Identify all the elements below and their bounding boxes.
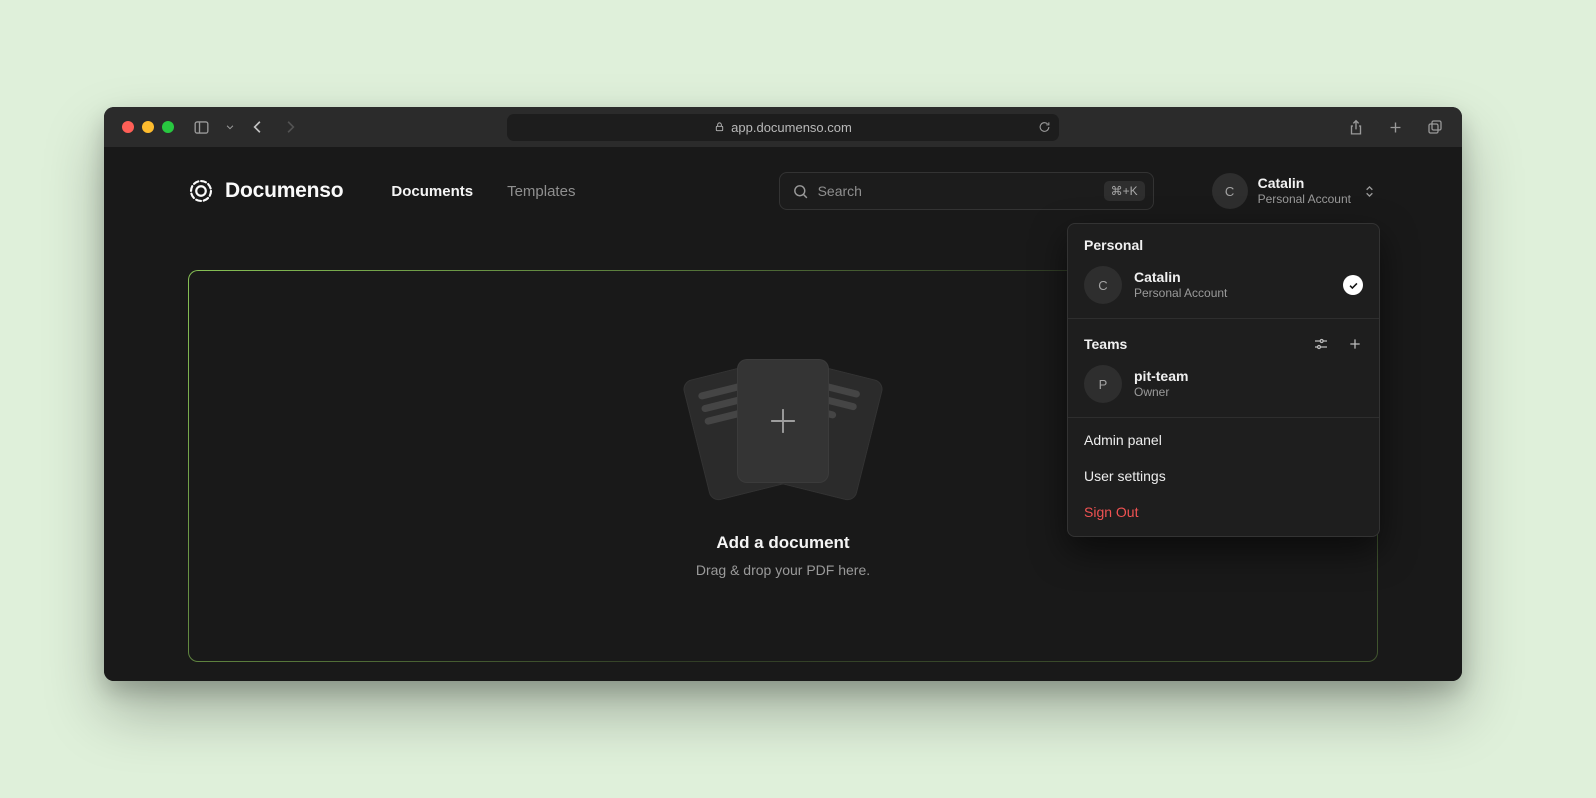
page-content: Documenso Documents Templates ⌘+K C Cata… [104,147,1462,681]
main-nav: Documents Templates [391,183,575,200]
nav-templates[interactable]: Templates [507,183,575,200]
menu-item-admin-panel[interactable]: Admin panel [1068,422,1379,458]
address-bar[interactable]: app.documenso.com [507,114,1059,141]
close-window-button[interactable] [122,121,134,133]
search-bar[interactable]: ⌘+K [779,172,1154,210]
plus-icon [764,402,802,440]
account-menu-trigger[interactable]: C Catalin Personal Account [1212,173,1378,209]
add-team-icon[interactable] [1347,336,1363,352]
zoom-window-button[interactable] [162,121,174,133]
search-icon [792,183,809,200]
account-name: Catalin [1258,175,1351,193]
dropzone-title: Add a document [716,533,849,553]
document-card-add [737,359,829,483]
nav-documents[interactable]: Documents [391,183,473,200]
brand-name: Documenso [225,179,343,203]
forward-button[interactable] [281,118,299,136]
browser-chrome: app.documenso.com [104,107,1462,147]
personal-section-label: Personal [1068,224,1379,261]
chevron-down-icon[interactable] [225,122,235,132]
check-circle-icon [1343,275,1363,295]
app-header: Documenso Documents Templates ⌘+K C Cata… [104,147,1462,235]
teams-section-label: Teams [1084,336,1127,352]
browser-window: app.documenso.com Documenso [104,107,1462,681]
documenso-logo-icon [188,178,214,204]
minimize-window-button[interactable] [142,121,154,133]
refresh-icon[interactable] [1038,121,1051,134]
account-subtitle: Personal Account [1258,192,1351,207]
team-option[interactable]: P pit-team Owner [1068,360,1379,415]
divider [1068,318,1379,319]
back-button[interactable] [249,118,267,136]
lock-icon [714,121,725,133]
brand[interactable]: Documenso [188,178,343,204]
address-text: app.documenso.com [731,120,852,135]
share-icon[interactable] [1347,118,1365,137]
new-tab-icon[interactable] [1387,119,1404,136]
chevron-up-down-icon [1361,183,1378,200]
menu-item-user-settings[interactable]: User settings [1068,458,1379,494]
team-settings-icon[interactable] [1313,336,1329,352]
search-input[interactable] [818,183,1095,199]
documents-illustration [673,355,893,505]
teams-section-header: Teams [1068,323,1379,360]
sidebar-toggle-icon[interactable] [192,118,211,137]
tab-overview-icon[interactable] [1426,118,1444,136]
team-role: Owner [1134,385,1188,401]
personal-account-subtitle: Personal Account [1134,286,1227,302]
avatar: C [1212,173,1248,209]
search-shortcut-badge: ⌘+K [1104,181,1145,201]
divider [1068,417,1379,418]
account-dropdown-menu: Personal C Catalin Personal Account Team… [1067,223,1380,537]
menu-item-sign-out[interactable]: Sign Out [1068,494,1379,530]
personal-account-option[interactable]: C Catalin Personal Account [1068,261,1379,316]
avatar: P [1084,365,1122,403]
team-name: pit-team [1134,367,1188,385]
avatar: C [1084,266,1122,304]
personal-account-name: Catalin [1134,268,1227,286]
traffic-lights [122,121,174,133]
dropzone-subtitle: Drag & drop your PDF here. [696,562,870,578]
